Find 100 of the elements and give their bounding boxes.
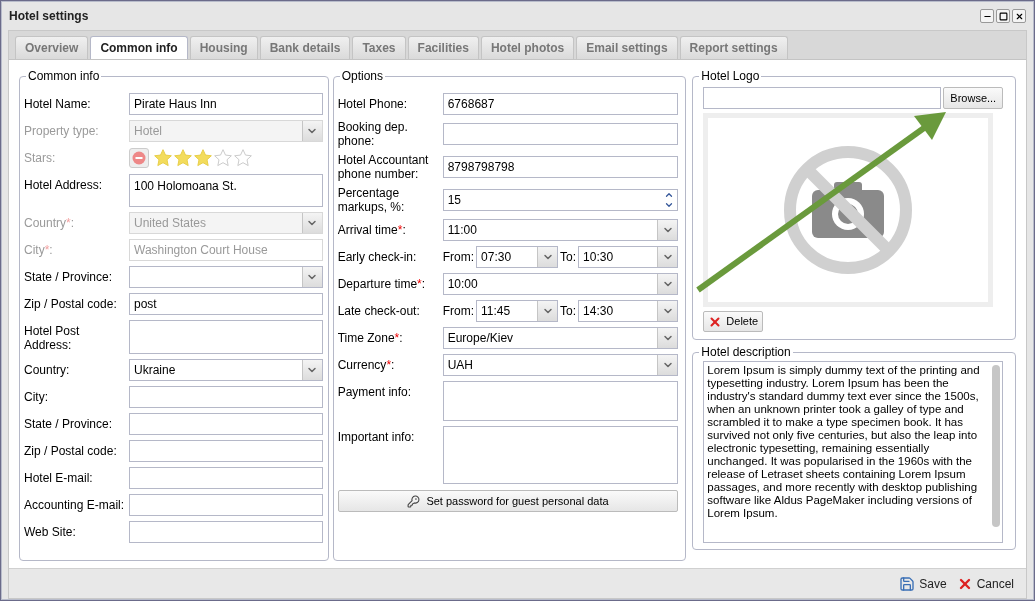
text-field[interactable]: [129, 494, 323, 516]
dropdown-caret-icon[interactable]: [657, 274, 678, 294]
text-field[interactable]: post: [129, 293, 323, 315]
field-label: Arrival time*:: [337, 223, 407, 237]
dropdown-field[interactable]: 10:00: [442, 273, 679, 295]
dropdown-field[interactable]: 11:00: [442, 219, 679, 241]
field-label: Booking dep. phone:: [337, 120, 409, 148]
tab[interactable]: Report settings: [679, 36, 788, 59]
tab[interactable]: Facilities: [407, 36, 479, 59]
set-password-button[interactable]: Set password for guest personal data: [337, 490, 679, 512]
clear-rating-button[interactable]: [129, 148, 149, 168]
text-field[interactable]: [129, 467, 323, 489]
fieldset-legend: Common info: [26, 69, 102, 83]
tab[interactable]: Taxes: [352, 36, 406, 59]
key-icon: [407, 494, 421, 508]
text-field[interactable]: [129, 386, 323, 408]
field-label: Hotel Post Address:: [24, 323, 81, 352]
from-label: From:: [442, 249, 475, 266]
field-label: Web Site:: [24, 525, 77, 539]
dropdown-caret-icon[interactable]: [537, 247, 558, 267]
dropdown-caret-icon[interactable]: [301, 360, 322, 380]
fieldset-legend: Hotel description: [699, 345, 793, 359]
from-time-dropdown[interactable]: 11:45: [476, 300, 559, 322]
star-icon: [213, 148, 233, 168]
dropdown-caret-icon[interactable]: [657, 328, 678, 348]
tab[interactable]: Email settings: [576, 36, 678, 59]
minimize-icon[interactable]: [980, 9, 994, 23]
field-label: Country*:: [24, 216, 76, 230]
field-label: State / Province:: [24, 417, 114, 431]
star-icon: [193, 148, 213, 168]
field-label: Hotel Name:: [24, 97, 92, 111]
text-field[interactable]: [129, 413, 323, 435]
field-label: Late check-out:: [337, 304, 421, 318]
field-label: Property type:: [24, 124, 100, 138]
field-label: Accounting E-mail:: [24, 498, 125, 512]
dropdown-field[interactable]: [129, 266, 323, 288]
to-time-dropdown[interactable]: 10:30: [578, 246, 679, 268]
dropdown-caret-icon[interactable]: [657, 301, 678, 321]
field-label: Hotel Accountant phone number:: [337, 153, 430, 181]
field-label: City*:: [24, 243, 54, 257]
star-icon: [233, 148, 253, 168]
save-button[interactable]: Save: [899, 574, 947, 593]
star-icon: [153, 148, 173, 168]
field-label: Country:: [24, 363, 71, 377]
from-time-dropdown[interactable]: 07:30: [476, 246, 559, 268]
field-label: Hotel E-mail:: [24, 471, 94, 485]
field-label: Zip / Postal code:: [24, 297, 118, 311]
tab[interactable]: Overview: [15, 36, 89, 59]
text-field[interactable]: [129, 521, 323, 543]
dropdown-caret-icon[interactable]: [657, 355, 678, 375]
field-label: Hotel Address:: [24, 177, 104, 192]
text-field[interactable]: Pirate Haus Inn: [129, 93, 323, 115]
dropdown-caret-icon[interactable]: [657, 247, 678, 267]
description-text: Lorem Ipsum is simply dummy text of the printing and typesetting industry. Lorem Ipsum has been the industry's standard dummy text ever since the 1500s, when an unknown printer took a galley of type and scrambled it to make a type specimen book. It has survived not only five centuries, but also the leap into electronic typesetting, remaining essentially unchanged. It was popularised in the 1960s with the release of Letraset sheets containing Lorem Ipsum passages, and more recently with desktop publishing software like Aldus PageMaker including versions of Lorem Ipsum.: [706, 363, 981, 521]
tab[interactable]: Bank details: [259, 36, 351, 59]
text-field[interactable]: [442, 123, 679, 145]
browse-button[interactable]: Browse...: [943, 87, 1004, 109]
dropdown-caret-icon[interactable]: [537, 301, 558, 321]
dropdown-field[interactable]: Europe/Kiev: [442, 327, 679, 349]
no-camera-icon: [782, 144, 915, 276]
to-time-dropdown[interactable]: 14:30: [578, 300, 679, 322]
number-field[interactable]: 15: [442, 189, 679, 211]
tab[interactable]: Hotel photos: [480, 36, 575, 59]
field-label: Zip / Postal code:: [24, 444, 118, 458]
field-label: Time Zone*:: [337, 331, 404, 345]
minus-circle-icon: [132, 151, 146, 165]
dropdown-caret-icon[interactable]: [301, 213, 322, 233]
close-icon[interactable]: [1012, 9, 1026, 23]
to-label: To:: [560, 303, 577, 320]
maximize-icon[interactable]: [996, 9, 1010, 23]
text-area[interactable]: 100 Holomoana St.: [129, 174, 323, 207]
fieldset-legend: Hotel Logo: [699, 69, 762, 83]
field-label: Percentage markups, %:: [337, 186, 406, 214]
field-label: Stars:: [24, 151, 57, 165]
delete-button[interactable]: Delete: [703, 311, 764, 332]
dropdown-caret-icon[interactable]: [301, 267, 322, 287]
file-path-field[interactable]: [703, 87, 942, 109]
star-icon: [173, 148, 193, 168]
text-field[interactable]: 8798798798: [442, 156, 679, 178]
dropdown-caret-icon[interactable]: [301, 121, 322, 141]
delete-icon: [708, 314, 723, 329]
dropdown-field[interactable]: Ukraine: [129, 359, 323, 381]
field-label: Departure time*:: [337, 277, 427, 291]
dropdown-caret-icon[interactable]: [657, 220, 678, 240]
tab[interactable]: Common info: [90, 36, 188, 59]
field-label: Hotel Phone:: [337, 97, 409, 111]
text-field[interactable]: [129, 440, 323, 462]
dropdown-field[interactable]: UAH: [442, 354, 679, 376]
field-label: State / Province:: [24, 270, 114, 284]
field-label: City:: [24, 390, 49, 404]
from-label: From:: [442, 303, 475, 320]
window-title: Hotel settings: [9, 8, 89, 25]
cancel-button[interactable]: Cancel: [956, 574, 1014, 593]
tab[interactable]: Housing: [189, 36, 258, 59]
field-label: Early check-in:: [337, 250, 418, 264]
to-label: To:: [560, 249, 577, 266]
text-field[interactable]: 6768687: [442, 93, 679, 115]
fieldset-legend: Options: [339, 69, 386, 83]
field-label: Payment info:: [337, 384, 413, 399]
field-label: Important info:: [337, 429, 416, 444]
